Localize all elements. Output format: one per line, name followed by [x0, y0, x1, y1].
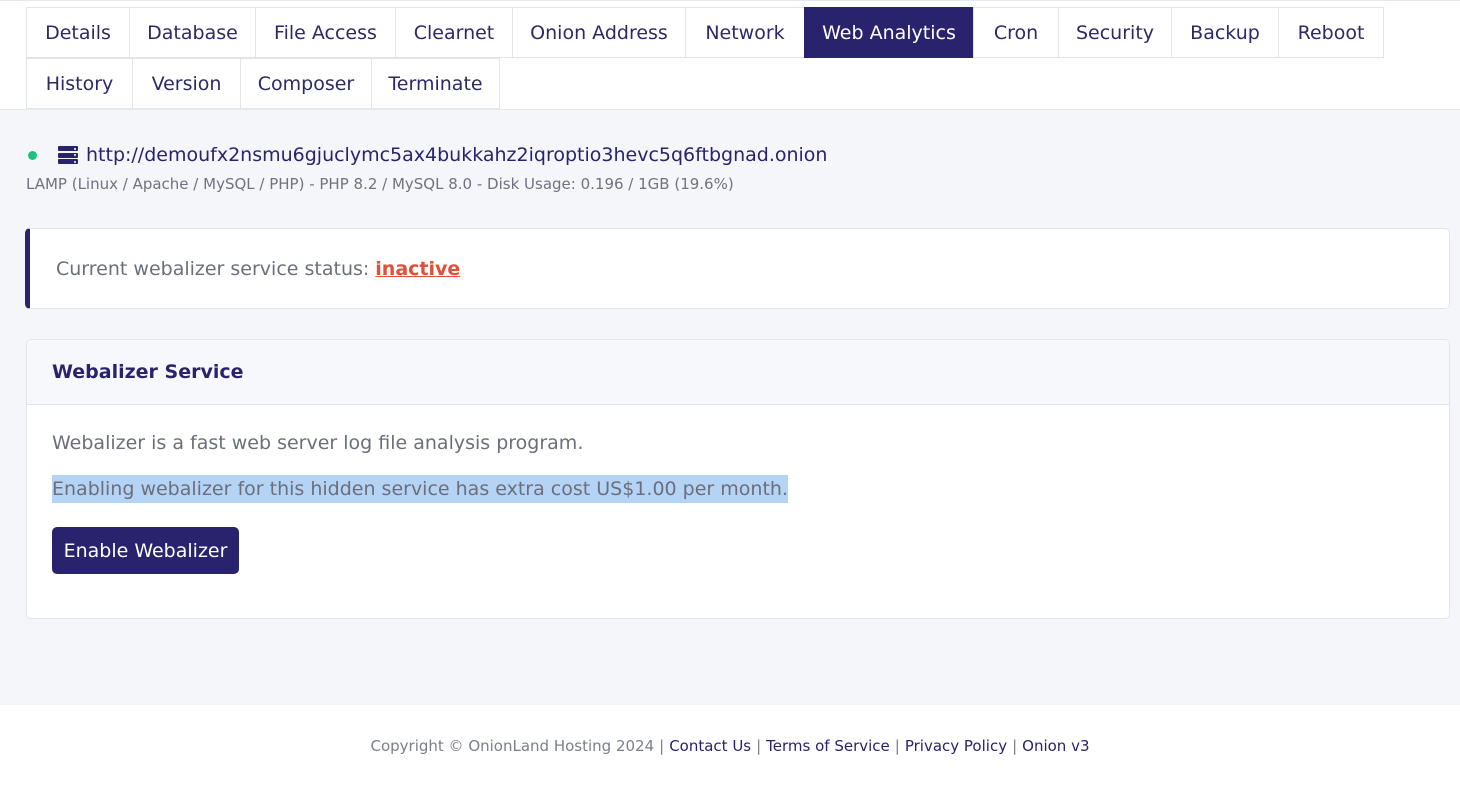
tab-reboot[interactable]: Reboot [1278, 7, 1384, 58]
tab-bar: Details Database File Access Clearnet On… [0, 0, 1460, 110]
tab-network[interactable]: Network [685, 7, 805, 58]
tab-web-analytics[interactable]: Web Analytics [804, 7, 974, 58]
enable-webalizer-button[interactable]: Enable Webalizer [52, 527, 239, 574]
footer-separator: | [1012, 737, 1018, 755]
tab-security[interactable]: Security [1058, 7, 1172, 58]
server-meta: LAMP (Linux / Apache / MySQL / PHP) - PH… [26, 175, 734, 193]
tab-history[interactable]: History [26, 58, 133, 109]
server-icon [58, 146, 78, 164]
tab-database[interactable]: Database [129, 7, 256, 58]
footer-link-contact[interactable]: Contact Us [669, 737, 751, 755]
tab-details[interactable]: Details [26, 7, 130, 58]
status-badge[interactable]: inactive [375, 258, 460, 280]
footer: Copyright © OnionLand Hosting 2024 | Con… [0, 705, 1460, 787]
tab-version[interactable]: Version [132, 58, 241, 109]
footer-separator: | [659, 737, 665, 755]
tab-cron[interactable]: Cron [973, 7, 1059, 58]
online-status-dot [28, 150, 37, 160]
footer-separator: | [894, 737, 900, 755]
footer-separator: | [756, 737, 762, 755]
status-prefix: Current webalizer service status: [56, 257, 370, 280]
card-title: Webalizer Service [27, 340, 1449, 405]
webalizer-card: Webalizer Service Webalizer is a fast we… [26, 339, 1450, 619]
cost-note-text: Enabling webalizer for this hidden servi… [52, 475, 788, 503]
card-cost-note: Enabling webalizer for this hidden servi… [52, 475, 788, 503]
tab-file-access[interactable]: File Access [255, 7, 396, 58]
tab-composer[interactable]: Composer [240, 58, 372, 109]
service-status-alert: Current webalizer service status: inacti… [25, 228, 1450, 309]
tab-clearnet[interactable]: Clearnet [395, 7, 513, 58]
footer-link-terms[interactable]: Terms of Service [766, 737, 890, 755]
card-description: Webalizer is a fast web server log file … [52, 432, 584, 454]
footer-link-privacy[interactable]: Privacy Policy [905, 737, 1007, 755]
server-line: http://demoufx2nsmu6gjuclymc5ax4bukkahz2… [26, 142, 827, 168]
tab-backup[interactable]: Backup [1171, 7, 1279, 58]
tab-terminate[interactable]: Terminate [371, 58, 500, 109]
tab-onion-address[interactable]: Onion Address [512, 7, 686, 58]
footer-copyright: Copyright © OnionLand Hosting 2024 [370, 737, 655, 755]
footer-link-onion-v3[interactable]: Onion v3 [1022, 737, 1089, 755]
server-url-link[interactable]: http://demoufx2nsmu6gjuclymc5ax4bukkahz2… [86, 144, 827, 166]
